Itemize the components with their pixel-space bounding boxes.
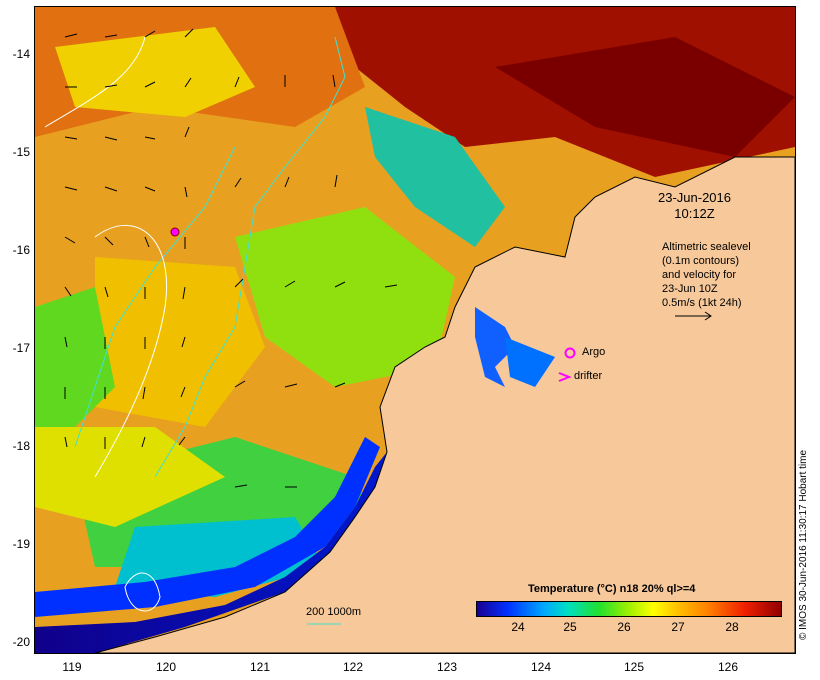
datetime-date: 23-Jun-2016	[658, 190, 731, 205]
lon-tick: 122	[342, 660, 364, 674]
lat-tick: -17	[12, 341, 30, 355]
lat-tick: -19	[12, 537, 30, 551]
colorbar-tick: 25	[563, 620, 577, 634]
lat-tick: -18	[12, 439, 30, 453]
lon-tick: 121	[249, 660, 271, 674]
lat-tick: -16	[12, 243, 30, 257]
lon-tick: 123	[436, 660, 458, 674]
colorbar-tick: 28	[725, 620, 739, 634]
colorbar-tick: 26	[617, 620, 631, 634]
lat-tick: -20	[12, 635, 30, 649]
lon-tick: 125	[623, 660, 645, 674]
lon-tick: 124	[530, 660, 552, 674]
lon-tick: 126	[717, 660, 739, 674]
sst-map[interactable]	[34, 6, 796, 654]
observation-datetime: 23-Jun-2016 10:12Z	[658, 190, 731, 222]
lat-tick: -14	[12, 47, 30, 61]
colorbar	[476, 601, 782, 617]
datetime-time: 10:12Z	[674, 206, 715, 221]
argo-marker	[170, 227, 180, 237]
colorbar-tick: 24	[511, 620, 525, 634]
lat-tick: -15	[12, 145, 30, 159]
argo-legend-label: Argo	[582, 346, 606, 358]
colorbar-title: Temperature (°C) n18 20% ql>=4	[528, 583, 696, 595]
lon-tick: 120	[155, 660, 177, 674]
drifter-legend-label: drifter	[574, 370, 603, 382]
sealevel-note: Altimetric sealevel (0.1m contours) and …	[662, 241, 751, 309]
sst-map-canvas	[35, 7, 795, 653]
lon-tick: 119	[62, 660, 82, 674]
colorbar-tick: 27	[671, 620, 685, 634]
imos-credit: © IMOS 30-Jun-2016 11:30:17 Hobart time	[798, 449, 809, 640]
depth-contour-legend: 200 1000m	[306, 606, 362, 618]
